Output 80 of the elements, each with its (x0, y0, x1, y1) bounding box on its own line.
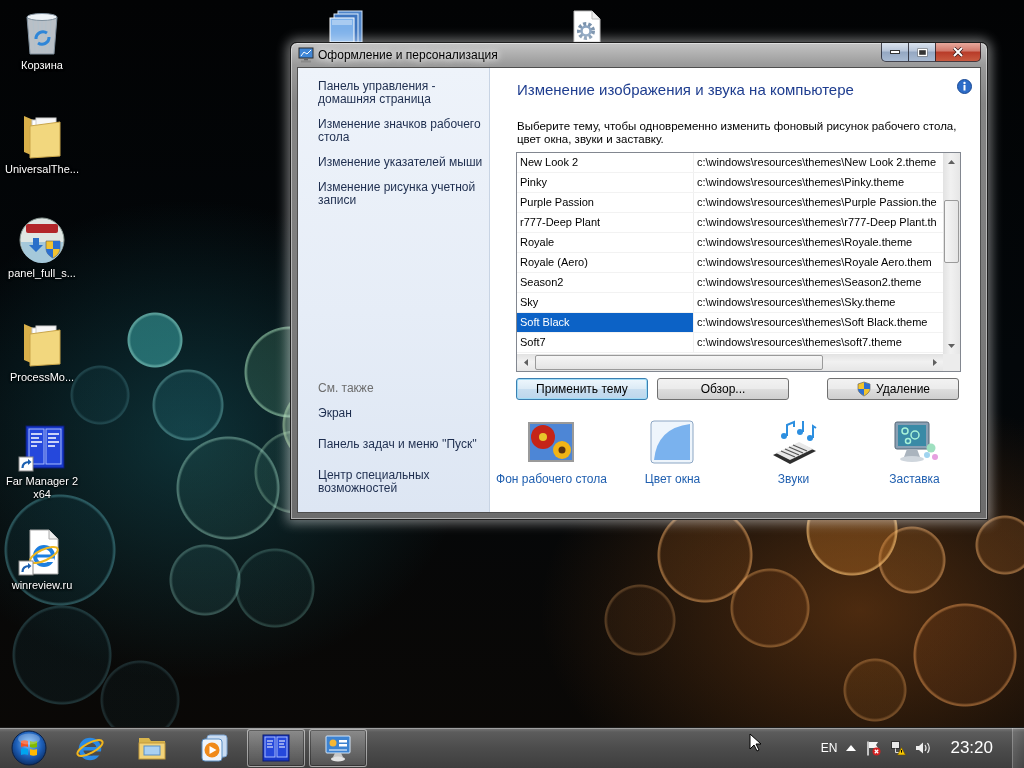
theme-path-cell[interactable]: c:\windows\resources\themes\Purple Passion.the (694, 193, 943, 212)
close-icon (952, 47, 964, 57)
network-warning-icon[interactable] (890, 740, 907, 756)
theme-path-cell[interactable]: c:\windows\resources\themes\soft7.theme (694, 333, 943, 352)
theme-name-cell[interactable]: Royale (Aero) (517, 253, 694, 272)
shield-icon (855, 381, 872, 397)
theme-list[interactable] (516, 152, 961, 372)
dialog-button[interactable]: Удаление (827, 378, 959, 400)
desktop-shortcut[interactable]: winreview.ru (2, 524, 82, 594)
dual-panel-icon (261, 733, 291, 763)
sidebar-link[interactable]: Изменение значков рабочего стола (318, 118, 484, 144)
mouse-pointer-icon (749, 733, 761, 752)
settings-link[interactable]: Цвет окна (644, 418, 701, 486)
settings-link[interactable]: Фон рабочего стола (496, 418, 607, 486)
scroll-down-arrow-icon[interactable] (948, 343, 955, 348)
speaker-icon[interactable] (915, 740, 932, 756)
minimize-icon (890, 50, 900, 54)
desktop-shortcut[interactable]: Far Manager 2 x64 (2, 420, 82, 503)
desktop-shortcut[interactable]: Корзина (2, 4, 82, 74)
window-title: Оформление и персонализация (318, 48, 498, 62)
taskbar-button[interactable] (247, 729, 305, 767)
play-icon (199, 733, 229, 763)
sidebar-link[interactable]: Изменение рисунка учетной записи (318, 181, 484, 207)
vertical-scrollbar[interactable] (943, 153, 960, 354)
info-icon[interactable] (957, 79, 972, 94)
theme-name-cell[interactable]: Sky (517, 293, 694, 312)
scroll-right-arrow-icon[interactable] (932, 359, 937, 366)
theme-path-cell[interactable]: c:\windows\resources\themes\Royale.theme (694, 233, 943, 252)
scrollbar-thumb[interactable] (944, 200, 959, 263)
minimize-button[interactable] (881, 43, 908, 62)
globe-shield-icon (18, 216, 66, 264)
dialog-button[interactable]: Обзор... (657, 378, 789, 400)
start-orb-icon[interactable] (11, 730, 47, 766)
close-button[interactable] (935, 43, 981, 62)
settings-link[interactable]: Звуки (769, 418, 818, 486)
theme-name-cell[interactable]: Soft Black (517, 313, 694, 332)
theme-path-cell[interactable]: c:\windows\resources\themes\Season2.theme (694, 273, 943, 292)
description-text: Выберите тему, чтобы одновременно изменить фоновый рисунок рабочего стола, цвет окна, звуки и заставку. (517, 120, 958, 146)
see-also-heading: См. также (318, 382, 375, 395)
dual-panel-icon (18, 424, 66, 472)
theme-name-cell[interactable]: Season2 (517, 273, 694, 292)
theme-path-cell[interactable]: c:\windows\resources\themes\New Look 2.theme (694, 153, 943, 172)
scrollbar-thumb[interactable] (535, 355, 823, 370)
sidebar-link[interactable]: Панель задач и меню ''Пуск'' (318, 438, 484, 451)
theme-name-cell[interactable]: Soft7 (517, 333, 694, 352)
sidebar-link[interactable]: Экран (318, 407, 484, 420)
theme-path-cell[interactable]: c:\windows\resources\themes\Soft Black.theme (694, 313, 943, 332)
theme-name-cell[interactable]: New Look 2 (517, 153, 694, 172)
theme-path-cell[interactable]: c:\windows\resources\themes\Pinky.theme (694, 173, 943, 192)
horizontal-scrollbar[interactable] (517, 354, 943, 371)
language-indicator[interactable]: EN (820, 741, 838, 755)
scroll-up-arrow-icon[interactable] (948, 159, 955, 164)
theme-name-cell[interactable]: r777-Deep Plant (517, 213, 694, 232)
desktop-shortcut[interactable]: panel_full_s... (2, 212, 82, 282)
sidebar-link[interactable]: Центр специальных возможностей (318, 469, 484, 495)
show-desktop-button[interactable] (1012, 728, 1024, 768)
settings-link[interactable]: Заставка (889, 418, 940, 486)
monitor-icon (323, 733, 353, 763)
taskbar-button[interactable] (309, 729, 367, 767)
scroll-left-arrow-icon[interactable] (523, 359, 528, 366)
window-stack-icon[interactable] (326, 10, 366, 42)
theme-path-cell[interactable]: c:\windows\resources\themes\Sky.theme (694, 293, 943, 312)
flag-icon[interactable] (865, 740, 882, 756)
theme-name-cell[interactable]: Purple Passion (517, 193, 694, 212)
window-color-icon (648, 418, 697, 466)
sidebar-link[interactable]: Изменение указателей мыши (318, 156, 484, 169)
dialog-button[interactable]: Применить тему (516, 378, 648, 400)
maximize-icon (916, 47, 928, 57)
desktop-shortcut[interactable]: ProcessMo... (2, 316, 82, 386)
page-heading: Изменение изображения и звука на компьютере (517, 81, 854, 99)
theme-name-cell[interactable]: Royale (517, 233, 694, 252)
clock[interactable]: 23:20 (940, 738, 1003, 758)
monitor-icon[interactable] (298, 47, 314, 63)
desktop-shortcut[interactable]: UniversalThe... (2, 108, 82, 178)
theme-path-cell[interactable]: c:\windows\resources\themes\r777-Deep Plant.th (694, 213, 943, 232)
sidebar-link[interactable]: Панель управления - домашняя страница (318, 80, 484, 106)
theme-path-cell[interactable]: c:\windows\resources\themes\Royale Aero.them (694, 253, 943, 272)
theme-name-cell[interactable]: Pinky (517, 173, 694, 192)
caret-up-icon[interactable] (846, 745, 857, 751)
maximize-button[interactable] (908, 43, 935, 62)
